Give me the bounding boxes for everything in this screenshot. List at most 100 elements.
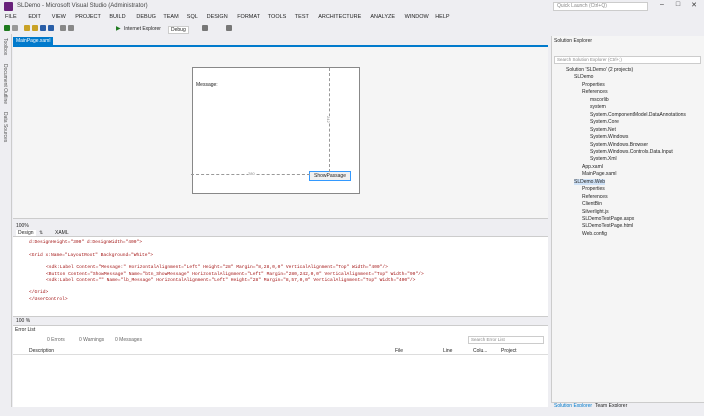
messages-filter[interactable]: 0 Messages — [115, 337, 142, 343]
tree-item[interactable]: System.Net — [590, 127, 616, 133]
menu-project[interactable]: PROJECT — [75, 14, 101, 20]
tree-item[interactable]: References — [582, 89, 608, 95]
error-header-row: Description File Line Colu... Project — [13, 347, 548, 355]
solution-explorer-title: Solution Explorer — [554, 38, 593, 44]
menu-view[interactable]: VIEW — [52, 14, 66, 20]
run-target[interactable]: Internet Explorer — [124, 26, 161, 32]
menu-analyze[interactable]: ANALYZE — [370, 14, 395, 20]
menu-file[interactable]: FILE — [5, 14, 17, 20]
window-title: SLDemo - Microsoft Visual Studio (Admini… — [17, 3, 148, 9]
menu-bar: FILE EDIT VIEW PROJECT BUILD DEBUG TEAM SQL DESI… — [0, 13, 704, 23]
tree-item[interactable]: Web.config — [582, 231, 607, 237]
tree-item[interactable]: System.Core — [590, 119, 619, 125]
tree-item[interactable]: System.Windows.Controls.Data.Input — [590, 149, 673, 155]
tree-item[interactable]: SLDemo.Web — [574, 178, 606, 185]
design-canvas[interactable]: Message: ShowPassage 280 242 — [191, 67, 360, 194]
menu-test[interactable]: TEST — [295, 14, 309, 20]
vs-logo-icon — [4, 2, 13, 11]
menu-team[interactable]: TEAM — [163, 14, 178, 20]
col-line[interactable]: Line — [443, 348, 452, 354]
col-file[interactable]: File — [395, 348, 403, 354]
designer-zoom[interactable]: 100% — [16, 223, 29, 229]
tree-item[interactable]: System.Windows — [590, 134, 628, 140]
document-outline-tab[interactable]: Document Outline — [2, 64, 8, 104]
breakpoint-icon[interactable] — [226, 25, 232, 31]
tree-item[interactable]: Solution 'SLDemo' (2 projects) — [566, 67, 633, 73]
col-project[interactable]: Project — [501, 348, 517, 354]
menu-build[interactable]: BUILD — [109, 14, 125, 20]
code-line: <sdk:Label Content="Message:" Horizontal… — [35, 265, 388, 271]
editor-zoom[interactable]: 100 % — [16, 318, 30, 324]
forward-icon[interactable] — [12, 25, 18, 31]
height-dimension: 242 — [326, 116, 331, 123]
tree-item[interactable]: App.xaml — [582, 164, 603, 170]
tree-item[interactable]: SLDemo — [574, 74, 593, 80]
menu-debug[interactable]: DEBUG — [136, 14, 156, 20]
undo-icon[interactable] — [60, 25, 66, 31]
new-project-icon[interactable] — [24, 25, 30, 31]
tree-item[interactable]: System.ComponentModel.DataAnnotations — [590, 112, 686, 118]
tree-item[interactable]: system — [590, 104, 606, 110]
tree-item[interactable]: SLDemoTestPage.aspx — [582, 216, 634, 222]
col-column[interactable]: Colu... — [473, 348, 487, 354]
minimize-button[interactable]: – — [656, 1, 668, 11]
attach-icon[interactable] — [202, 25, 208, 31]
tree-item[interactable]: System.Windows.Browser — [590, 142, 648, 148]
code-line: <sdk:Label Content="" Name="lb_Message" … — [35, 277, 416, 283]
toolbox-tab[interactable]: Toolbox — [2, 38, 8, 55]
save-icon[interactable] — [40, 25, 46, 31]
menu-design[interactable]: DESIGN — [207, 14, 228, 20]
errors-filter[interactable]: 0 Errors — [47, 337, 65, 343]
code-line: <Grid x:Name="LayoutRoot" Background="Wh… — [29, 252, 154, 258]
tree-item[interactable]: Properties — [582, 186, 605, 192]
menu-window[interactable]: WINDOW — [405, 14, 429, 20]
redo-icon[interactable] — [68, 25, 74, 31]
message-label[interactable]: Message: — [196, 82, 218, 88]
menu-tools[interactable]: TOOLS — [268, 14, 287, 20]
error-list-title: Error List — [15, 327, 36, 333]
error-search-input[interactable]: Search Error List — [468, 336, 544, 344]
menu-sql[interactable]: SQL — [187, 14, 198, 20]
toolbar: ▶ Internet Explorer Debug — [0, 23, 704, 34]
maximize-button[interactable]: □ — [672, 1, 684, 11]
code-line: d:DesignHeight="300" d:DesignWidth="400"… — [29, 240, 143, 245]
data-sources-tab[interactable]: Data Sources — [2, 112, 8, 142]
xaml-editor[interactable]: d:DesignHeight="300" d:DesignWidth="400"… — [13, 237, 548, 316]
back-icon[interactable] — [4, 25, 10, 31]
start-icon[interactable]: ▶ — [116, 25, 121, 32]
col-description[interactable]: Description — [29, 348, 54, 354]
tree-item[interactable]: MainPage.xaml — [582, 171, 616, 177]
tree-item[interactable]: ClientBin — [582, 201, 602, 207]
tab-xaml[interactable]: XAML — [55, 230, 69, 236]
tree-item[interactable]: Silverlight.js — [582, 209, 609, 215]
config-select[interactable]: Debug — [168, 26, 189, 34]
code-line: </Grid> — [29, 290, 49, 296]
tree-item[interactable]: mscorlib — [590, 97, 609, 103]
editor-zoom-bar: 100 % — [13, 316, 548, 324]
tree-item[interactable]: SLDemoTestPage.html — [582, 223, 633, 229]
menu-help[interactable]: HELP — [435, 14, 449, 20]
menu-edit[interactable]: EDIT — [28, 14, 41, 20]
close-button[interactable]: ✕ — [688, 1, 700, 11]
quick-launch-input[interactable]: Quick Launch (Ctrl+Q) — [553, 2, 648, 11]
solution-explorer-panel: Solution Explorer Search Solution Explor… — [551, 36, 704, 402]
menu-architecture[interactable]: ARCHITECTURE — [318, 14, 361, 20]
warnings-filter[interactable]: 0 Warnings — [79, 337, 104, 343]
tree-item[interactable]: Properties — [582, 82, 605, 88]
tab-design[interactable]: Design — [16, 230, 36, 236]
error-list-panel: Error List 0 Errors 0 Warnings 0 Message… — [13, 325, 548, 407]
show-message-button[interactable]: ShowPassage — [309, 171, 351, 181]
solution-search-input[interactable]: Search Solution Explorer (Ctrl+;) — [554, 56, 701, 64]
menu-format[interactable]: FORMAT — [237, 14, 260, 20]
split-bar: 100% Design ⇅ XAML — [13, 218, 548, 237]
open-icon[interactable] — [32, 25, 38, 31]
swap-icon[interactable]: ⇅ — [39, 230, 43, 236]
save-all-icon[interactable] — [48, 25, 54, 31]
code-line: <Button Content="ShowMessage" Name="btn_… — [35, 271, 424, 277]
tab-label: MainPage.xaml — [16, 38, 51, 44]
tab-mainpage[interactable]: MainPage.xaml ✕ — [13, 37, 53, 50]
left-tool-tabs: Toolbox Document Outline Data Sources — [0, 34, 12, 416]
tree-item[interactable]: System.Xml — [590, 156, 617, 162]
width-dimension: 280 — [248, 171, 255, 176]
tree-item[interactable]: References — [582, 194, 608, 200]
